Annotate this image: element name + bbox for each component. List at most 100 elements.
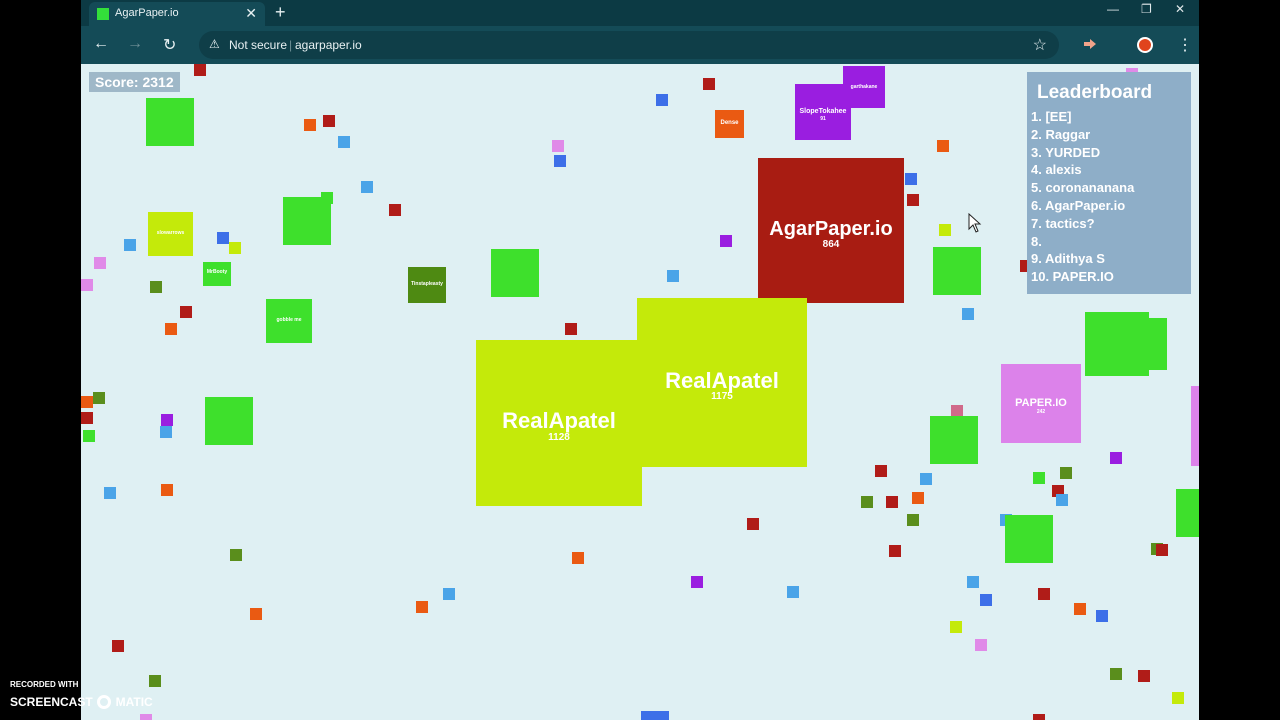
watermark-line1: RECORDED WITH: [10, 680, 79, 689]
food-pellet: [1060, 467, 1072, 479]
leaderboard-entry: 8.: [1031, 233, 1042, 249]
tab-title: AgarPaper.io: [115, 7, 179, 19]
browser-tab[interactable]: AgarPaper.io ✕: [89, 2, 265, 26]
food-pellet: [787, 586, 799, 598]
leaderboard-entry: 4. alexis: [1031, 162, 1082, 178]
food-pellet: [230, 549, 242, 561]
food-pellet: [939, 224, 951, 236]
food-pellet: [950, 621, 962, 633]
food-pellet: [124, 239, 136, 251]
food-pellet: [1038, 588, 1050, 600]
bookmark-star-icon[interactable]: ☆: [1033, 35, 1047, 55]
food-pellet: [975, 639, 987, 651]
cell-name: AgarPaper.io: [769, 218, 893, 240]
player-cell: [1191, 386, 1199, 466]
leaderboard-entry: 6. AgarPaper.io: [1031, 197, 1126, 213]
food-pellet: [861, 496, 873, 508]
player-cell-slowarrows: slowarrows: [148, 212, 193, 256]
food-pellet: [94, 257, 106, 269]
food-pellet: [161, 484, 173, 496]
restore-button[interactable]: ❐: [1141, 2, 1152, 16]
food-pellet: [83, 430, 95, 442]
player-cell: [1005, 515, 1053, 563]
address-bar[interactable]: ⚠ Not secure | agarpaper.io ☆: [199, 31, 1059, 59]
food-pellet: [323, 115, 335, 127]
profile-avatar-icon[interactable]: [1137, 37, 1153, 53]
food-pellet: [980, 594, 992, 606]
mouse-cursor-icon: [968, 213, 982, 233]
food-pellet: [361, 181, 373, 193]
food-pellet: [104, 487, 116, 499]
food-pellet: [304, 119, 316, 131]
food-pellet: [217, 232, 229, 244]
game-canvas[interactable]: MrBooty gobble me slowarrows Tinstapleas…: [81, 64, 1199, 720]
food-pellet: [747, 518, 759, 530]
new-tab-button[interactable]: +: [275, 2, 286, 23]
back-button[interactable]: ←: [93, 35, 109, 53]
food-pellet: [250, 608, 262, 620]
url-text[interactable]: agarpaper.io: [295, 38, 362, 52]
favicon-icon: [97, 8, 109, 20]
food-pellet: [1056, 494, 1068, 506]
browser-menu-icon[interactable]: ⋮: [1177, 35, 1193, 55]
cell-name: Tinstapleasty: [411, 281, 443, 287]
player-cell: [1176, 489, 1199, 537]
food-pellet: [691, 576, 703, 588]
player-cell: [491, 249, 539, 297]
minimize-button[interactable]: —: [1107, 2, 1119, 16]
player-cell-tinstapleasty: Tinstapleasty: [408, 267, 446, 303]
food-pellet: [1074, 603, 1086, 615]
food-pellet: [641, 711, 669, 720]
leaderboard-entry: 10. PAPER.IO: [1031, 269, 1114, 285]
food-pellet: [416, 601, 428, 613]
food-pellet: [161, 414, 173, 426]
close-tab-icon[interactable]: ✕: [245, 5, 257, 22]
watermark-line2: SCREENCAST: [10, 695, 93, 709]
leaderboard-list: 1. [EE] 2. Raggar 3. YURDED 4. alexis 5.…: [1027, 108, 1191, 286]
food-pellet: [93, 392, 105, 404]
food-pellet: [229, 242, 241, 254]
player-cell: [930, 416, 978, 464]
leaderboard-entry: 7. tactics?: [1031, 215, 1095, 231]
cell-name: SlopeTokahee: [799, 108, 847, 115]
forward-button[interactable]: →: [127, 35, 143, 53]
food-pellet: [565, 323, 577, 335]
leaderboard-entry: 1. [EE]: [1031, 109, 1072, 124]
food-pellet: [667, 270, 679, 282]
cell-name: PAPER.IO: [1015, 397, 1067, 409]
player-cell-mrbooty: MrBooty: [203, 262, 231, 286]
leaderboard-panel: Leaderboard 1. [EE] 2. Raggar 3. YURDED …: [1027, 72, 1191, 294]
food-pellet: [150, 281, 162, 293]
food-pellet: [1156, 544, 1168, 556]
cell-name: RealApatel: [502, 408, 616, 433]
url-separator: |: [289, 38, 293, 52]
screencast-logo-icon: [97, 694, 112, 709]
player-cell-realapatel-left: RealApatel 1128: [476, 340, 642, 506]
score-display: Score: 2312: [89, 72, 180, 92]
security-label[interactable]: Not secure: [229, 38, 287, 52]
food-pellet: [875, 465, 887, 477]
food-pellet: [552, 140, 564, 152]
browser-window: AgarPaper.io ✕ + — ❐ ✕ ← → ↻ ⚠ Not secur…: [81, 0, 1199, 720]
player-cell: [1147, 318, 1167, 370]
food-pellet: [967, 576, 979, 588]
reload-button[interactable]: ↻: [163, 35, 176, 55]
leaderboard-entry: 5. coronananana: [1031, 180, 1135, 196]
food-pellet: [1096, 610, 1108, 622]
cell-mass: 91: [820, 116, 826, 122]
recording-watermark: RECORDED WITH SCREENCAST MATIC: [10, 680, 153, 711]
food-pellet: [886, 496, 898, 508]
close-window-button[interactable]: ✕: [1175, 2, 1185, 16]
food-pellet: [112, 640, 124, 652]
player-cell-agarpaper: AgarPaper.io 864: [758, 158, 904, 303]
extension-icon[interactable]: [1083, 38, 1097, 50]
cell-mass: 1128: [548, 432, 570, 443]
player-cell-realapatel-right: RealApatel 1175: [637, 298, 807, 467]
leaderboard-title: Leaderboard: [1037, 82, 1153, 103]
food-pellet: [656, 94, 668, 106]
cell-name: slowarrows: [156, 230, 185, 236]
cell-name: Dense: [720, 120, 739, 126]
food-pellet: [907, 514, 919, 526]
food-pellet: [720, 235, 732, 247]
warning-icon[interactable]: ⚠: [209, 37, 220, 51]
